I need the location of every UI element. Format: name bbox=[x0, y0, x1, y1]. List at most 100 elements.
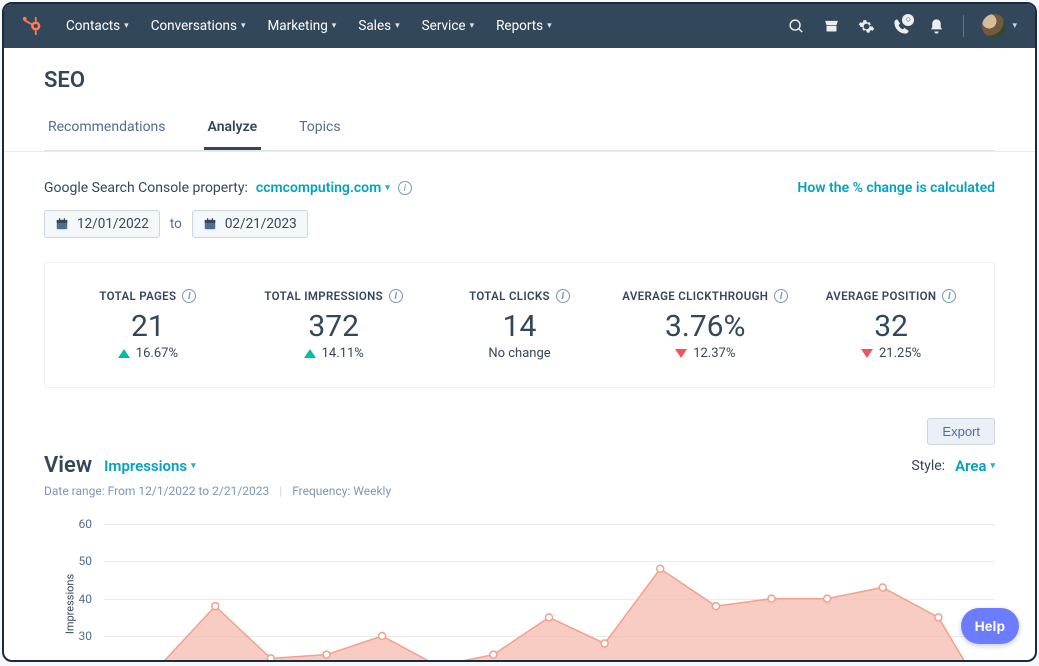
metric-label: AVERAGE POSITION i bbox=[798, 289, 984, 303]
metric-change: 12.37% bbox=[612, 346, 798, 361]
gsc-label: Google Search Console property: bbox=[44, 180, 248, 196]
info-icon[interactable]: i bbox=[389, 289, 403, 303]
chart-point bbox=[323, 651, 330, 658]
chart-point bbox=[490, 651, 497, 658]
tab-topics[interactable]: Topics bbox=[295, 109, 344, 150]
gsc-property-value: ccmcomputing.com bbox=[256, 180, 381, 196]
chart-meta-freq: Frequency: Weekly bbox=[292, 484, 391, 498]
nav-reports[interactable]: Reports ▾ bbox=[496, 18, 552, 34]
nav-left: Contacts ▾ Conversations▾ Marketing ▾ Sale… bbox=[22, 15, 552, 37]
chart-point bbox=[824, 595, 831, 602]
meta-sep: | bbox=[279, 484, 282, 498]
nav-contacts[interactable]: Contacts ▾ bbox=[66, 18, 129, 34]
arrow-up-icon bbox=[304, 349, 316, 358]
nav-label: Sales bbox=[358, 18, 391, 34]
bell-icon[interactable] bbox=[928, 18, 945, 35]
chart-point bbox=[379, 633, 386, 640]
tab-analyze[interactable]: Analyze bbox=[204, 109, 262, 150]
style-label: Style: bbox=[911, 458, 945, 474]
metric-card: AVERAGE CLICKTHROUGH i 3.76% 12.37% bbox=[612, 289, 798, 361]
top-nav: Contacts ▾ Conversations▾ Marketing ▾ Sale… bbox=[4, 4, 1035, 48]
nav-marketing[interactable]: Marketing ▾ bbox=[267, 18, 336, 34]
export-button[interactable]: Export bbox=[927, 418, 995, 445]
chevron-down-icon: ▾ bbox=[241, 21, 246, 31]
chart-point bbox=[879, 584, 886, 591]
chevron-down-icon: ▾ bbox=[990, 461, 995, 471]
info-icon[interactable]: i bbox=[182, 289, 196, 303]
chevron-down-icon: ▾ bbox=[1012, 21, 1017, 31]
chart-point bbox=[546, 614, 553, 621]
page-title: SEO bbox=[44, 48, 995, 109]
metric-card: TOTAL IMPRESSIONS i 372 14.11% bbox=[241, 289, 427, 361]
chevron-down-icon: ▾ bbox=[470, 21, 475, 31]
phone-icon[interactable]: ○ bbox=[893, 18, 910, 35]
chevron-down-icon: ▾ bbox=[385, 183, 390, 193]
help-button[interactable]: Help bbox=[961, 608, 1019, 644]
metric-value: 21 bbox=[55, 309, 241, 344]
info-icon[interactable]: i bbox=[774, 289, 788, 303]
view-metric-value: Impressions bbox=[104, 457, 187, 475]
chart-point bbox=[267, 655, 274, 662]
view-metric-dropdown[interactable]: Impressions ▾ bbox=[104, 457, 196, 475]
date-to-label: to bbox=[170, 216, 182, 232]
info-icon[interactable]: i bbox=[398, 181, 412, 195]
metric-change: 14.11% bbox=[241, 346, 427, 361]
metric-card: TOTAL CLICKS i 14 No change bbox=[427, 289, 613, 361]
date-from-input[interactable]: 12/01/2022 bbox=[44, 210, 160, 238]
marketplace-icon[interactable] bbox=[823, 18, 840, 35]
chart-point bbox=[712, 603, 719, 610]
chevron-down-icon: ▾ bbox=[547, 21, 552, 31]
tab-recommendations[interactable]: Recommendations bbox=[44, 109, 170, 150]
nav-label: Marketing bbox=[267, 18, 327, 34]
chevron-down-icon: ▾ bbox=[124, 21, 129, 31]
date-to-input[interactable]: 02/21/2023 bbox=[192, 210, 308, 238]
y-tick: 30 bbox=[79, 629, 93, 643]
view-title: View bbox=[44, 453, 92, 478]
nav-service[interactable]: Service▾ bbox=[422, 18, 474, 34]
chart-point bbox=[601, 640, 608, 647]
gsc-property-dropdown[interactable]: ccmcomputing.com ▾ bbox=[256, 180, 390, 196]
hubspot-logo-icon[interactable] bbox=[22, 15, 44, 37]
tabs: Recommendations Analyze Topics bbox=[44, 109, 995, 151]
calendar-icon bbox=[55, 217, 69, 231]
y-tick: 50 bbox=[79, 554, 93, 568]
date-to-value: 02/21/2023 bbox=[225, 216, 297, 232]
search-icon[interactable] bbox=[788, 18, 805, 35]
how-change-link[interactable]: How the % change is calculated bbox=[797, 180, 995, 196]
metric-card: AVERAGE POSITION i 32 21.25% bbox=[798, 289, 984, 361]
metric-value: 32 bbox=[798, 309, 984, 344]
phone-badge: ○ bbox=[902, 14, 914, 26]
avatar bbox=[982, 14, 1006, 38]
style-dropdown[interactable]: Area ▾ bbox=[955, 457, 995, 475]
nav-label: Reports bbox=[496, 18, 543, 34]
arrow-down-icon bbox=[675, 349, 687, 358]
chevron-down-icon: ▾ bbox=[191, 461, 196, 471]
arrow-up-icon bbox=[118, 349, 130, 358]
y-tick: 60 bbox=[79, 517, 93, 531]
date-from-value: 12/01/2022 bbox=[77, 216, 149, 232]
metric-label: TOTAL CLICKS i bbox=[427, 289, 613, 303]
info-icon[interactable]: i bbox=[556, 289, 570, 303]
chart-point bbox=[212, 603, 219, 610]
metric-card: TOTAL PAGES i 21 16.67% bbox=[55, 289, 241, 361]
chevron-down-icon: ▾ bbox=[332, 21, 337, 31]
metric-value: 3.76% bbox=[612, 309, 798, 344]
y-axis-label: Impressions bbox=[64, 574, 77, 634]
chart-point bbox=[935, 614, 942, 621]
chart-point bbox=[768, 595, 775, 602]
chart-plot bbox=[104, 524, 994, 662]
metric-change: 21.25% bbox=[798, 346, 984, 361]
chart-point bbox=[657, 565, 664, 572]
info-icon[interactable]: i bbox=[942, 289, 956, 303]
nav-sales[interactable]: Sales▾ bbox=[358, 18, 399, 34]
account-menu[interactable]: ▾ bbox=[982, 14, 1017, 38]
style-value: Area bbox=[955, 457, 986, 475]
nav-conversations[interactable]: Conversations▾ bbox=[151, 18, 246, 34]
nav-label: Contacts bbox=[66, 18, 120, 34]
metric-label: TOTAL IMPRESSIONS i bbox=[241, 289, 427, 303]
nav-divider bbox=[963, 15, 964, 37]
gear-icon[interactable] bbox=[858, 18, 875, 35]
nav-right: ○ ▾ bbox=[788, 14, 1017, 38]
metric-change: No change bbox=[427, 346, 613, 361]
arrow-down-icon bbox=[861, 349, 873, 358]
